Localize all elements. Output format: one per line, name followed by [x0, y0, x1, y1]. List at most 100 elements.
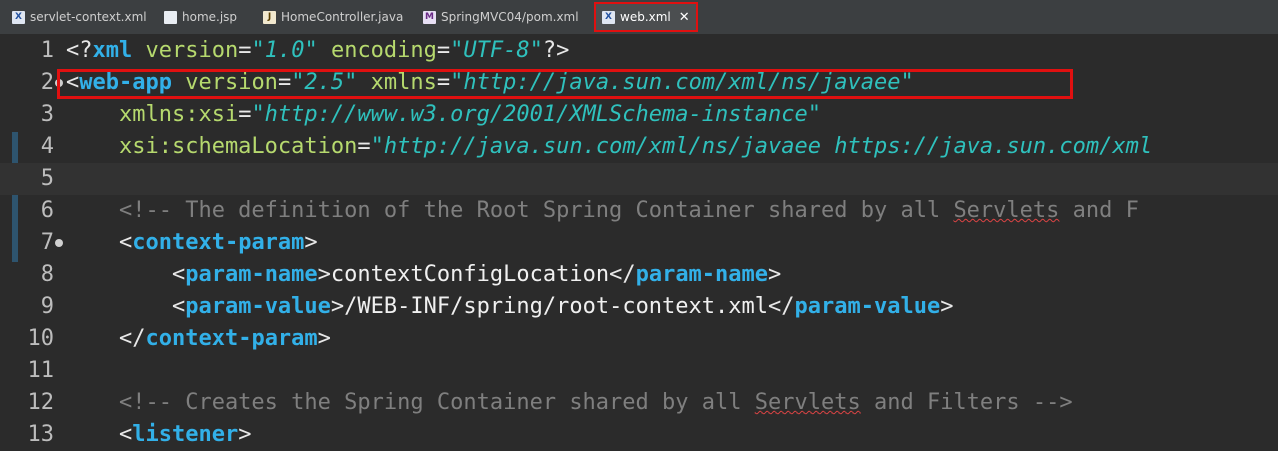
code-text: <!-- Creates the Spring Container shared…	[66, 387, 1073, 419]
code-text: <!-- The definition of the Root Spring C…	[66, 195, 1139, 227]
code-token: <	[66, 70, 80, 95]
code-token: "2.5"	[291, 70, 358, 95]
code-token: "1.0"	[251, 38, 318, 63]
tab-servlet-context-xml[interactable]: X servlet-context.xml	[12, 4, 147, 30]
code-token: =	[277, 70, 292, 95]
code-token: xml	[92, 38, 133, 63]
code-text: <context-param>	[66, 227, 318, 259]
code-text: <param-value>/WEB-INF/spring/root-contex…	[66, 291, 954, 323]
code-token: <	[66, 422, 133, 447]
code-token: =	[238, 102, 252, 127]
code-line[interactable]: 3 xmlns:xsi="http://www.w3.org/2001/XMLS…	[0, 99, 1278, 131]
code-token: encoding	[317, 38, 437, 63]
code-token: <!-- The definition of the Root Spring C…	[66, 198, 954, 223]
tab-web-xml[interactable]: X web.xml ✕	[594, 2, 698, 32]
close-icon[interactable]: ✕	[679, 10, 690, 25]
line-number: 7	[40, 230, 54, 255]
code-token: and F	[1059, 198, 1139, 223]
line-number: 2	[40, 70, 54, 95]
code-token: "UTF-8"	[450, 38, 543, 63]
tab-label: home.jsp	[182, 10, 238, 24]
code-token: version	[132, 38, 239, 63]
code-token: >	[330, 294, 345, 319]
code-token: =	[238, 38, 252, 63]
tab-label: servlet-context.xml	[30, 10, 147, 24]
code-token: xsi:schemaLocation	[66, 134, 358, 159]
code-token: param-value	[794, 294, 941, 319]
tab-homecontroller-java[interactable]: J HomeController.java	[263, 4, 403, 30]
code-line[interactable]: 13 <listener>	[0, 419, 1278, 451]
tab-label: HomeController.java	[281, 10, 404, 24]
tab-label: web.xml	[620, 10, 671, 24]
code-text: </context-param>	[66, 323, 331, 355]
code-token: "http://java.sun.com/xml/ns/javaee https…	[370, 134, 1153, 159]
xml-file-icon: X	[602, 10, 615, 24]
code-line[interactable]: 7 <context-param>	[0, 227, 1278, 259]
tab-label: SpringMVC04/pom.xml	[441, 10, 579, 24]
code-line[interactable]: 10 </context-param>	[0, 323, 1278, 355]
code-editor[interactable]: 1 <?xml version="1.0" encoding="UTF-8"?> 2…	[0, 35, 1278, 447]
code-token: <	[66, 294, 186, 319]
line-number: 13	[27, 422, 55, 447]
code-token: =	[436, 70, 451, 95]
code-token: version	[171, 70, 278, 95]
code-token: </	[609, 262, 636, 287]
line-number: 3	[40, 102, 54, 127]
code-token: contextConfigLocation	[330, 262, 610, 287]
code-token: <!-- Creates the Spring Container shared…	[66, 390, 755, 415]
line-number: 5	[40, 166, 54, 191]
code-token: "http://java.sun.com/xml/ns/javaee"	[450, 70, 914, 95]
code-line[interactable]: 9 <param-value>/WEB-INF/spring/root-cont…	[0, 291, 1278, 323]
line-number: 12	[27, 390, 55, 415]
code-line[interactable]: 6 <!-- The definition of the Root Spring…	[0, 195, 1278, 227]
code-token: xmlns	[357, 70, 437, 95]
code-token: </	[66, 326, 146, 351]
code-line[interactable]: 11	[0, 355, 1278, 387]
code-token: Servlets	[953, 198, 1060, 223]
code-line[interactable]: 4 xsi:schemaLocation="http://java.sun.co…	[0, 131, 1278, 163]
line-number: 8	[40, 262, 54, 287]
code-line[interactable]: 8 <param-name>contextConfigLocation</par…	[0, 259, 1278, 291]
code-token: /WEB-INF/spring/root-context.xml	[344, 294, 769, 319]
editor-tab-bar: X servlet-context.xml home.jsp J HomeCon…	[0, 0, 1278, 35]
line-number: 1	[40, 38, 54, 63]
code-token: and Filters -->	[860, 390, 1073, 415]
code-token: context-param	[132, 230, 305, 255]
code-token: >	[304, 230, 318, 255]
code-token: <?	[66, 38, 93, 63]
code-token: >	[238, 422, 252, 447]
code-token: "http://www.w3.org/2001/XMLSchema-instan…	[251, 102, 821, 127]
code-token: context-param	[145, 326, 318, 351]
code-line[interactable]: 2 <web-app version="2.5" xmlns="http://ja…	[0, 67, 1278, 99]
code-text: <param-name>contextConfigLocation</param…	[66, 259, 781, 291]
code-token: >	[317, 262, 331, 287]
code-text: xsi:schemaLocation="http://java.sun.com/…	[66, 131, 1152, 163]
pom-file-icon: M	[423, 10, 436, 24]
code-text: <listener>	[66, 419, 251, 451]
fold-toggle-icon[interactable]	[55, 79, 63, 87]
code-token: =	[357, 134, 371, 159]
code-text: <web-app version="2.5" xmlns="http://jav…	[66, 67, 914, 99]
line-number: 4	[40, 134, 54, 159]
code-text: xmlns:xsi="http://www.w3.org/2001/XMLSch…	[66, 99, 821, 131]
xml-file-icon: X	[12, 10, 25, 24]
line-number: 9	[40, 294, 54, 319]
jsp-file-icon	[164, 10, 177, 24]
code-token: </	[768, 294, 795, 319]
code-line[interactable]: 12 <!-- Creates the Spring Container sha…	[0, 387, 1278, 419]
code-token: param-name	[635, 262, 769, 287]
line-number: 10	[27, 326, 55, 351]
code-token: listener	[132, 422, 239, 447]
code-line[interactable]: 5	[0, 163, 1278, 195]
fold-toggle-icon[interactable]	[55, 239, 63, 247]
tab-pom-xml[interactable]: M SpringMVC04/pom.xml	[423, 4, 579, 30]
line-number: 11	[27, 358, 55, 383]
code-token: >	[317, 326, 331, 351]
tab-home-jsp[interactable]: home.jsp	[164, 4, 237, 30]
code-token: <	[66, 262, 186, 287]
code-token: web-app	[79, 70, 172, 95]
code-token: >	[940, 294, 954, 319]
code-line[interactable]: 1 <?xml version="1.0" encoding="UTF-8"?>	[0, 35, 1278, 67]
code-token: =	[436, 38, 451, 63]
code-token: ?>	[542, 38, 570, 63]
